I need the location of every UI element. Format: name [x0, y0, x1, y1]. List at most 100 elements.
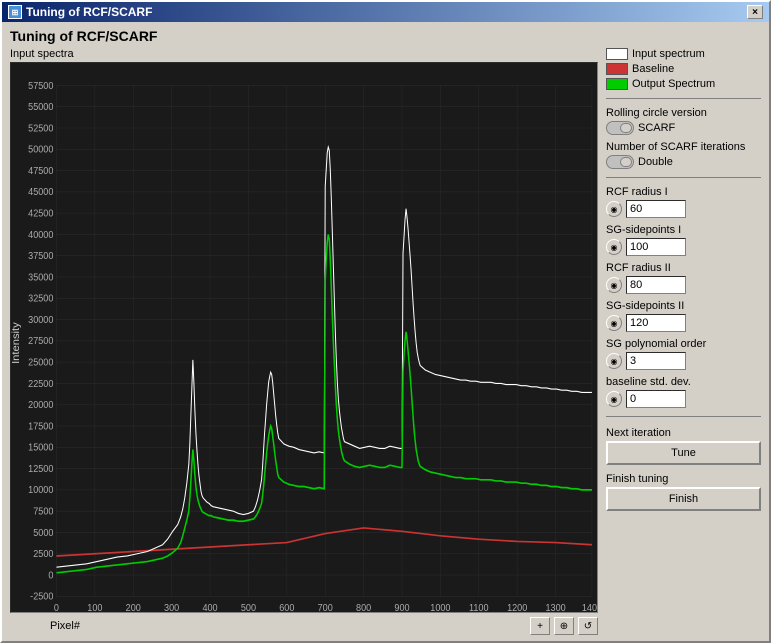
sg-poly-order-row: ◉ — [606, 352, 761, 370]
sg-sidepoints-ii-label: SG-sidepoints II — [606, 300, 761, 312]
baseline-std-dev-group: baseline std. dev. ◉ — [606, 376, 761, 408]
scarf-iterations-row: Double — [606, 155, 761, 169]
sg-sidepoints-i-input[interactable] — [626, 238, 686, 256]
sg-poly-order-label: SG polynomial order — [606, 338, 761, 350]
legend-item-baseline: Baseline — [606, 63, 761, 75]
tune-button[interactable]: Tune — [606, 441, 761, 465]
finish-button[interactable]: Finish — [606, 487, 761, 511]
chart-label: Input spectra — [10, 48, 598, 60]
rcf-radius-i-group: RCF radius I ◉ — [606, 186, 761, 218]
rcf-radius-ii-label: RCF radius II — [606, 262, 761, 274]
svg-text:900: 900 — [394, 602, 409, 612]
finish-tuning-header: Finish tuning — [606, 473, 761, 485]
svg-text:55000: 55000 — [28, 102, 53, 114]
svg-text:1300: 1300 — [545, 602, 565, 612]
svg-text:-2500: -2500 — [30, 591, 53, 603]
legend-item-output: Output Spectrum — [606, 78, 761, 90]
rolling-circle-label: Rolling circle version — [606, 107, 761, 119]
svg-text:200: 200 — [126, 602, 141, 612]
svg-text:15000: 15000 — [28, 442, 53, 454]
close-button[interactable]: × — [747, 5, 763, 19]
svg-text:25000: 25000 — [28, 357, 53, 369]
baseline-std-dev-row: ◉ — [606, 390, 761, 408]
reset-button[interactable]: ↺ — [578, 617, 598, 635]
chart-container[interactable]: -2500 0 2500 5000 7500 10000 12500 15000… — [10, 62, 598, 613]
rolling-circle-toggle[interactable] — [606, 121, 634, 135]
window-icon: ⊞ — [8, 5, 22, 19]
svg-text:5000: 5000 — [33, 527, 53, 539]
finish-tuning-group: Finish tuning Finish — [606, 471, 761, 511]
title-bar-left: ⊞ Tuning of RCF/SCARF — [8, 5, 152, 19]
svg-text:400: 400 — [202, 602, 217, 612]
baseline-std-dev-input[interactable] — [626, 390, 686, 408]
chart-wrapper: -2500 0 2500 5000 7500 10000 12500 15000… — [10, 62, 598, 613]
svg-text:1400: 1400 — [582, 602, 597, 612]
scarf-iterations-label: Number of SCARF iterations — [606, 141, 761, 153]
chart-footer: Pixel# + ⊕ ↺ — [10, 617, 598, 635]
zoom-button[interactable]: + — [530, 617, 550, 635]
legend-label-output: Output Spectrum — [632, 78, 715, 90]
divider-2 — [606, 177, 761, 178]
svg-text:700: 700 — [318, 602, 333, 612]
svg-text:500: 500 — [241, 602, 256, 612]
sg-sidepoints-ii-group: SG-sidepoints II ◉ — [606, 300, 761, 332]
rcf-radius-i-input[interactable] — [626, 200, 686, 218]
sg-sidepoints-ii-row: ◉ — [606, 314, 761, 332]
sg-poly-order-input[interactable] — [626, 352, 686, 370]
sg-poly-order-group: SG polynomial order ◉ — [606, 338, 761, 370]
sg-sidepoints-ii-input[interactable] — [626, 314, 686, 332]
svg-text:47500: 47500 — [28, 166, 53, 178]
svg-text:40000: 40000 — [28, 229, 53, 241]
rcf-radius-ii-input[interactable] — [626, 276, 686, 294]
legend-swatch-output — [606, 78, 628, 90]
svg-text:17500: 17500 — [28, 421, 53, 433]
sg-sidepoints-i-spinner[interactable]: ◉ — [606, 239, 622, 255]
svg-text:10000: 10000 — [28, 485, 53, 497]
svg-text:32500: 32500 — [28, 293, 53, 305]
svg-text:12500: 12500 — [28, 464, 53, 476]
svg-text:1000: 1000 — [430, 602, 450, 612]
legend-group: Input spectrum Baseline Output Spectrum — [606, 48, 761, 90]
rcf-radius-ii-spinner[interactable]: ◉ — [606, 277, 622, 293]
svg-text:600: 600 — [279, 602, 294, 612]
rcf-radius-i-row: ◉ — [606, 200, 761, 218]
svg-text:Intensity: Intensity — [11, 322, 22, 364]
main-area: Input spectra — [10, 48, 761, 635]
svg-text:37500: 37500 — [28, 251, 53, 263]
baseline-std-dev-label: baseline std. dev. — [606, 376, 761, 388]
next-iteration-header: Next iteration — [606, 427, 761, 439]
legend-label-input: Input spectrum — [632, 48, 705, 60]
rcf-radius-i-spinner[interactable]: ◉ — [606, 201, 622, 217]
x-axis-label: Pixel# — [50, 620, 80, 632]
rcf-radius-ii-group: RCF radius II ◉ — [606, 262, 761, 294]
rolling-circle-row: SCARF — [606, 121, 761, 135]
svg-text:0: 0 — [48, 570, 53, 582]
pan-button[interactable]: ⊕ — [554, 617, 574, 635]
svg-text:7500: 7500 — [33, 506, 53, 518]
legend-item-input: Input spectrum — [606, 48, 761, 60]
next-iteration-group: Next iteration Tune — [606, 425, 761, 465]
divider-3 — [606, 416, 761, 417]
legend-label-baseline: Baseline — [632, 63, 674, 75]
baseline-std-dev-spinner[interactable]: ◉ — [606, 391, 622, 407]
svg-text:2500: 2500 — [33, 549, 53, 561]
right-panel: Input spectrum Baseline Output Spectrum … — [606, 48, 761, 635]
sg-poly-order-spinner[interactable]: ◉ — [606, 353, 622, 369]
svg-text:27500: 27500 — [28, 336, 53, 348]
window-content: Tuning of RCF/SCARF Input spectra — [2, 22, 769, 641]
svg-text:35000: 35000 — [28, 272, 53, 284]
sg-sidepoints-i-label: SG-sidepoints I — [606, 224, 761, 236]
svg-text:52500: 52500 — [28, 123, 53, 135]
svg-text:50000: 50000 — [28, 144, 53, 156]
svg-text:0: 0 — [54, 602, 59, 612]
legend-swatch-baseline — [606, 63, 628, 75]
scarf-iterations-toggle[interactable] — [606, 155, 634, 169]
svg-text:100: 100 — [87, 602, 102, 612]
scarf-iterations-value: Double — [638, 156, 673, 168]
page-title: Tuning of RCF/SCARF — [10, 28, 761, 44]
window-title: Tuning of RCF/SCARF — [26, 5, 152, 19]
svg-text:300: 300 — [164, 602, 179, 612]
sg-sidepoints-ii-spinner[interactable]: ◉ — [606, 315, 622, 331]
rolling-circle-value: SCARF — [638, 122, 675, 134]
toggle-knob-2 — [620, 157, 632, 167]
